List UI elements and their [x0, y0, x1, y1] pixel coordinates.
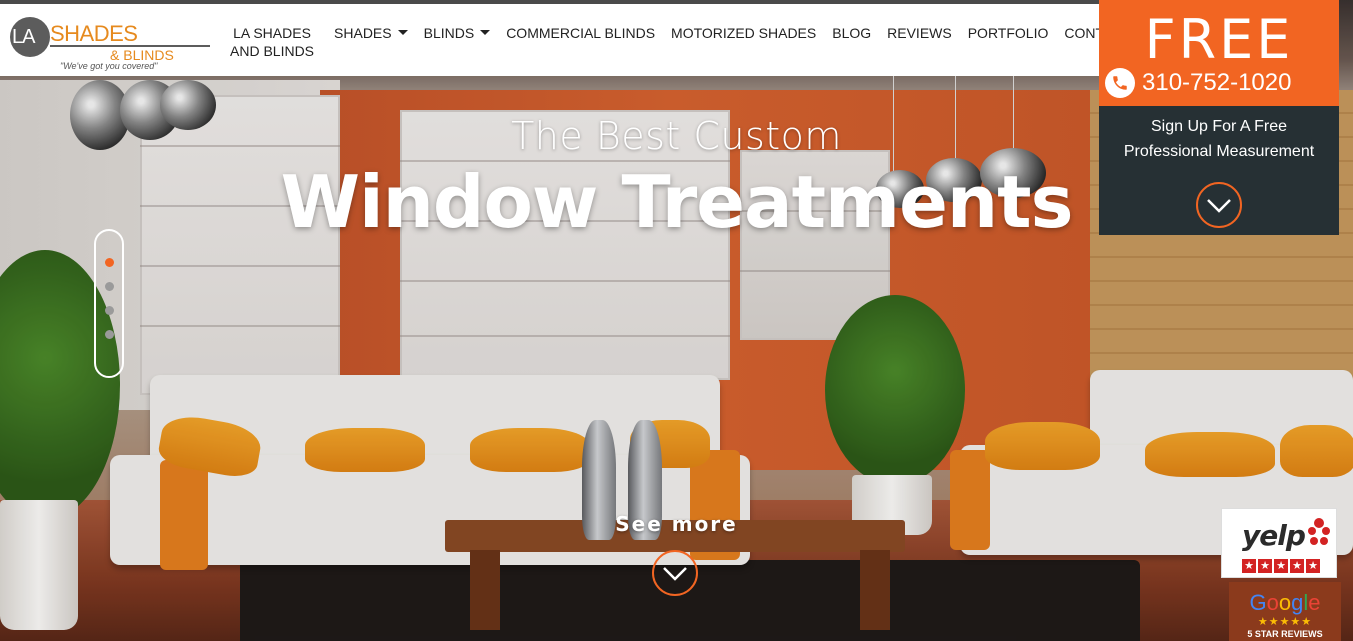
google-letter: g [1291, 590, 1304, 615]
google-letter: e [1308, 590, 1321, 615]
nav-item-la-shades-and-blinds[interactable]: LA SHADES AND BLINDS [230, 24, 314, 60]
yelp-burst-icon [1308, 517, 1330, 547]
google-logo: Google [1229, 590, 1341, 616]
star-icon: ★ [1306, 559, 1320, 573]
star-icon: ★ [1274, 559, 1288, 573]
nav-label-line2: AND BLINDS [230, 43, 315, 59]
nav-label: SHADES [334, 25, 392, 41]
nav-item-blinds[interactable]: BLINDS [424, 24, 491, 42]
site-header: LA SHADES & BLINDS "We've got you covere… [0, 0, 1131, 76]
nav-item-blog[interactable]: BLOG [832, 24, 871, 42]
slider-dot-2[interactable] [105, 282, 114, 291]
google-letter: o [1266, 590, 1279, 615]
phone-icon [1105, 68, 1135, 98]
see-more-link[interactable]: See more [0, 512, 1353, 536]
chevron-down-icon[interactable] [652, 550, 698, 596]
caret-down-icon [397, 30, 408, 35]
caret-down-icon [480, 30, 491, 35]
nav-label: BLINDS [423, 25, 475, 41]
google-badge[interactable]: Google ★★★★★ 5 STAR REVIEWS [1229, 582, 1341, 641]
nav-item-motorized-shades[interactable]: MOTORIZED SHADES [671, 24, 816, 42]
logo-shades-text: SHADES [50, 21, 138, 46]
nav-item-portfolio[interactable]: PORTFOLIO [968, 24, 1049, 42]
slider-dot-4[interactable] [105, 330, 114, 339]
yelp-badge[interactable]: yelp ★ ★ ★ ★ ★ [1221, 508, 1337, 578]
slider-dot-1[interactable] [105, 258, 114, 267]
slider-pagination [94, 229, 124, 378]
star-icon: ★ [1258, 559, 1272, 573]
logo-tagline: "We've got you covered" [60, 61, 158, 71]
google-star-rating: ★★★★★ [1257, 615, 1313, 628]
free-label: FREE [1144, 8, 1294, 71]
yelp-logo: yelp [1242, 519, 1306, 552]
nav-label-line1: LA SHADES [233, 25, 311, 41]
star-icon: ★ [1290, 559, 1304, 573]
nav-item-commercial-blinds[interactable]: COMMERCIAL BLINDS [506, 24, 655, 42]
nav-item-shades[interactable]: SHADES [334, 24, 408, 42]
phone-number[interactable]: 310-752-1020 [1142, 69, 1291, 97]
free-call-box[interactable]: FREE 310-752-1020 [1099, 0, 1339, 106]
google-letter: o [1278, 590, 1292, 615]
star-icon: ★ [1242, 559, 1256, 573]
site-logo[interactable]: LA SHADES & BLINDS "We've got you covere… [10, 17, 215, 73]
google-letter: G [1249, 590, 1267, 615]
hero-subtitle: The Best Custom [511, 114, 842, 158]
hero-title: Window Treatments [280, 160, 1074, 244]
main-nav: LA SHADES AND BLINDS SHADES BLINDS COMME… [230, 24, 1147, 64]
google-caption: 5 STAR REVIEWS [1247, 629, 1323, 639]
nav-item-reviews[interactable]: REVIEWS [887, 24, 952, 42]
logo-la-mark: LA [10, 17, 50, 57]
slider-dot-3[interactable] [105, 306, 114, 315]
yelp-star-rating: ★ ★ ★ ★ ★ [1242, 559, 1320, 573]
